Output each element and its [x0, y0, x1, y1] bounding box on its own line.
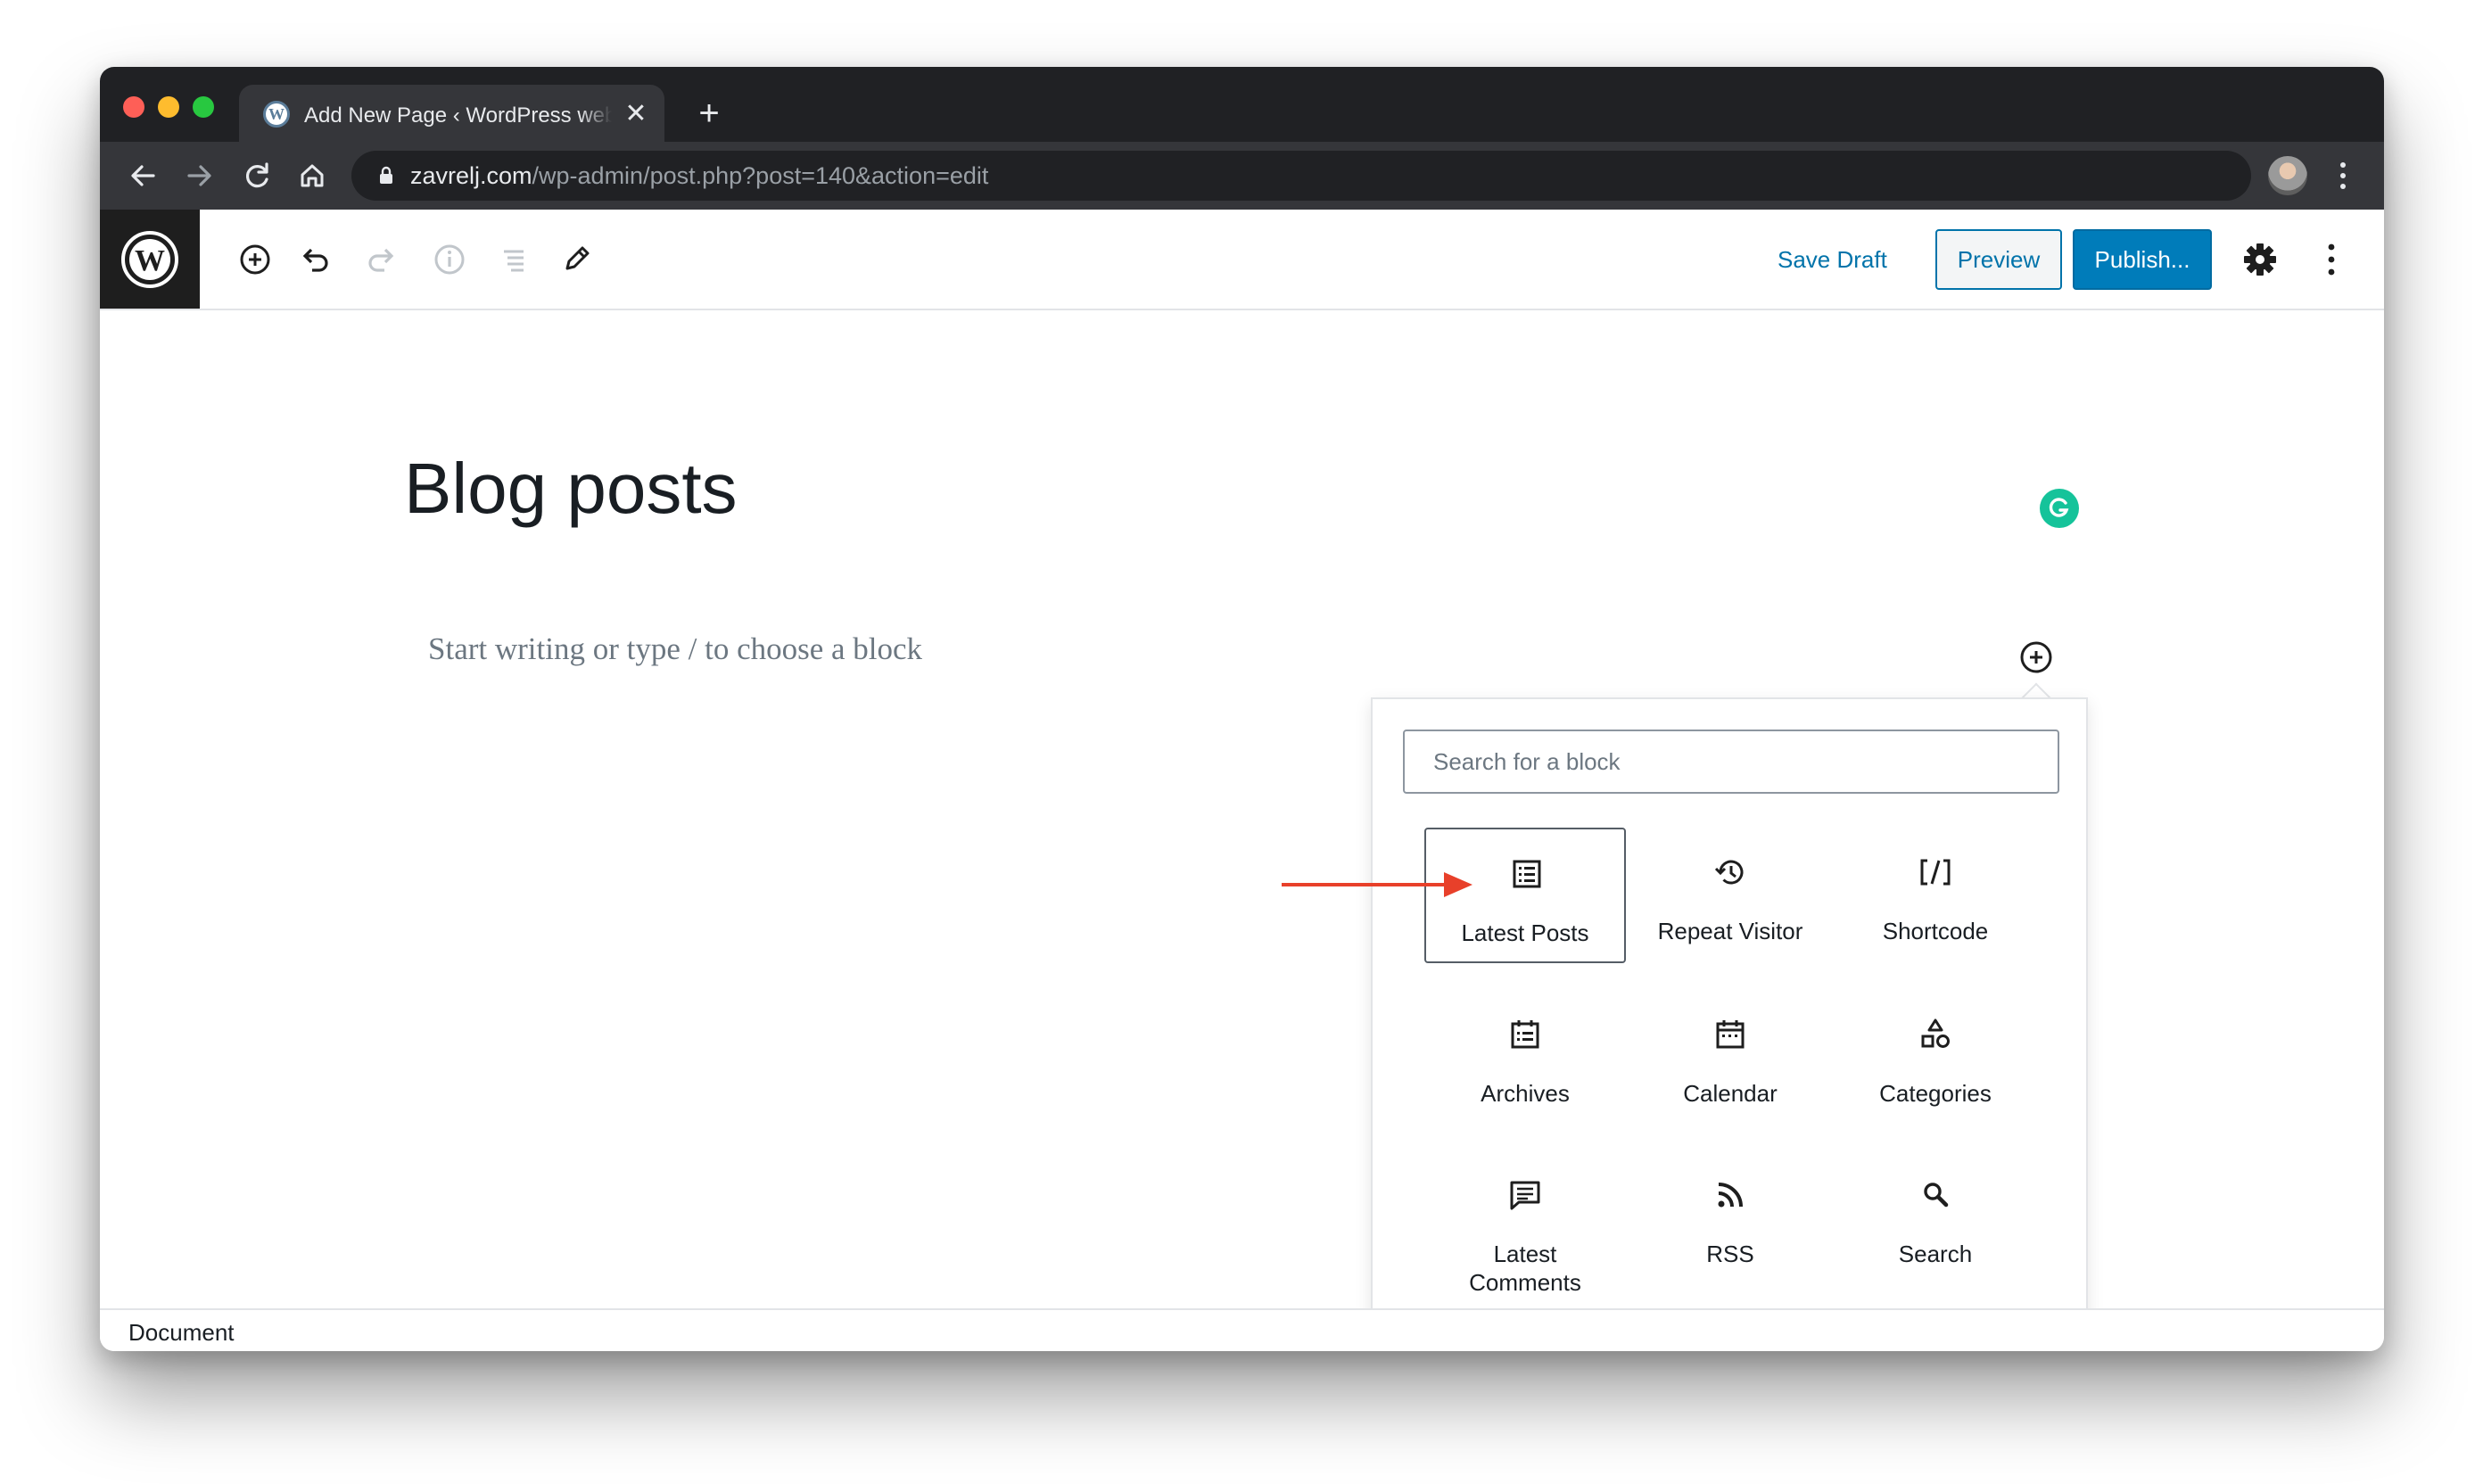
outline-icon[interactable]: [491, 236, 537, 283]
search-icon: [1914, 1174, 1957, 1216]
wordpress-logo-icon: W: [121, 230, 178, 288]
lock-icon: [380, 166, 392, 184]
block-label: Calendar: [1683, 1080, 1778, 1107]
browser-menu-kebab-icon[interactable]: [2334, 158, 2352, 194]
editor-header: W Save Draft Preview Publish...: [100, 210, 2384, 310]
svg-text:W: W: [135, 244, 165, 277]
block-label: Categories: [1879, 1080, 1992, 1107]
block-label: Shortcode: [1882, 918, 1989, 944]
block-label: Latest Posts: [1461, 919, 1589, 946]
add-block-icon[interactable]: [232, 236, 278, 283]
block-repeat-visitor[interactable]: Repeat Visitor: [1629, 828, 1831, 963]
block-rss[interactable]: RSS: [1629, 1150, 1831, 1286]
home-icon[interactable]: [289, 153, 335, 199]
gear-icon[interactable]: [2239, 238, 2281, 281]
calendar-icon: [1709, 1013, 1752, 1056]
block-shortcode[interactable]: Shortcode: [1835, 828, 2036, 963]
block-label: RSS: [1706, 1241, 1754, 1267]
url-text: zavrelj.com/wp-admin/post.php?post=140&a…: [410, 151, 988, 201]
url-host: zavrelj.com: [410, 162, 532, 189]
block-latest-comments[interactable]: Latest Comments: [1424, 1150, 1626, 1307]
browser-toolbar: zavrelj.com/wp-admin/post.php?post=140&a…: [100, 142, 2384, 210]
browser-titlebar: W Add New Page ‹ WordPress website ✕ +: [100, 67, 2384, 142]
rss-icon: [1709, 1174, 1752, 1216]
breadcrumb-document[interactable]: Document: [128, 1319, 235, 1346]
block-search[interactable]: Search: [1835, 1150, 2036, 1286]
maximize-window-button[interactable]: [193, 96, 214, 118]
block-placeholder[interactable]: Start writing or type / to choose a bloc…: [428, 628, 922, 671]
history-icon: [1709, 851, 1752, 894]
block-label: Search: [1898, 1241, 1973, 1267]
save-draft-button[interactable]: Save Draft: [1778, 242, 1887, 277]
grammarly-icon[interactable]: [2040, 489, 2079, 528]
publish-button[interactable]: Publish...: [2073, 229, 2212, 290]
categories-icon: [1914, 1013, 1957, 1056]
block-label: Archives: [1481, 1080, 1570, 1107]
edit-icon[interactable]: [553, 236, 599, 283]
block-label: Latest Comments: [1469, 1241, 1581, 1296]
wordpress-logo[interactable]: W: [100, 210, 200, 309]
block-categories[interactable]: Categories: [1835, 990, 2036, 1125]
block-archives[interactable]: Archives: [1424, 990, 1626, 1125]
preview-button[interactable]: Preview: [1935, 229, 2062, 290]
more-options-kebab-icon[interactable]: [2322, 236, 2340, 283]
archives-icon: [1504, 1013, 1547, 1056]
close-window-button[interactable]: [123, 96, 144, 118]
profile-avatar[interactable]: [2268, 156, 2307, 195]
forward-icon[interactable]: [177, 153, 223, 199]
minimize-window-button[interactable]: [158, 96, 179, 118]
reload-icon[interactable]: [234, 153, 280, 199]
tab-title: Add New Page ‹ WordPress website: [304, 101, 612, 131]
back-icon[interactable]: [120, 153, 166, 199]
shortcode-icon: [1914, 851, 1957, 894]
inline-add-block-icon[interactable]: [2017, 639, 2055, 676]
editor-footer: Document: [100, 1308, 2384, 1351]
info-icon[interactable]: [426, 236, 473, 283]
browser-tab-active[interactable]: W Add New Page ‹ WordPress website ✕: [239, 85, 664, 142]
undo-icon[interactable]: [291, 236, 337, 283]
block-search-input[interactable]: [1403, 730, 2059, 794]
annotation-arrow-icon: [1282, 872, 1472, 897]
wordpress-favicon-icon: W: [263, 101, 290, 128]
url-path: /wp-admin/post.php?post=140&action=edit: [532, 162, 989, 189]
editor-canvas: Blog posts Start writing or type / to ch…: [100, 310, 2384, 1351]
browser-window: W Add New Page ‹ WordPress website ✕ + z…: [100, 67, 2384, 1351]
post-title[interactable]: Blog posts: [404, 444, 738, 533]
list-icon: [1505, 853, 1548, 895]
redo-icon[interactable]: [359, 236, 406, 283]
block-calendar[interactable]: Calendar: [1629, 990, 1831, 1125]
new-tab-button[interactable]: +: [691, 95, 727, 131]
block-label: Repeat Visitor: [1657, 918, 1803, 944]
comments-icon: [1504, 1174, 1547, 1216]
block-inserter-popover: Latest Posts Repeat Visitor Shortcode A: [1371, 697, 2088, 1351]
address-bar[interactable]: zavrelj.com/wp-admin/post.php?post=140&a…: [351, 151, 2251, 201]
tab-close-icon[interactable]: ✕: [621, 99, 651, 129]
